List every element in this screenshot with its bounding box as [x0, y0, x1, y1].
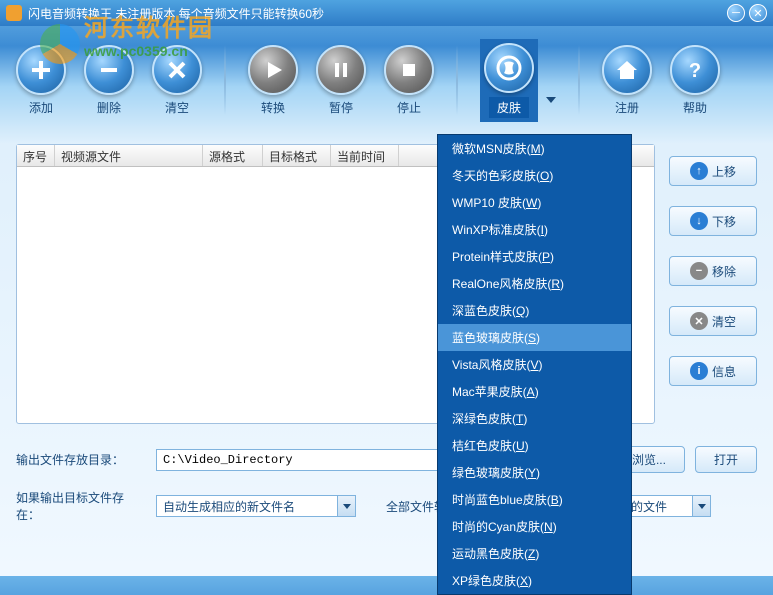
skin-menu-item[interactable]: Protein样式皮肤(P) [438, 243, 631, 270]
chevron-down-icon [692, 496, 710, 516]
side-panel: ↑上移 ↓下移 −移除 ✕清空 i信息 [669, 144, 757, 424]
col-srcfmt[interactable]: 源格式 [203, 145, 263, 166]
minus-circle-icon: − [690, 262, 708, 280]
skin-menu-item[interactable]: 冬天的色彩皮肤(O) [438, 162, 631, 189]
skin-menu-item[interactable]: RealOne风格皮肤(R) [438, 270, 631, 297]
skin-menu-item[interactable]: 时尚蓝色blue皮肤(B) [438, 486, 631, 513]
question-icon: ? [682, 57, 708, 83]
svg-text:?: ? [689, 60, 701, 82]
x-circle-icon: ✕ [690, 312, 708, 330]
bottom-panel: 输出文件存放目录： 浏览... 打开 如果输出目标文件存在： 自动生成相应的新文… [0, 434, 773, 551]
convert-button[interactable]: 转换 [248, 45, 298, 116]
app-icon [6, 5, 22, 21]
output-dir-input[interactable] [156, 449, 456, 471]
output-dir-label: 输出文件存放目录： [16, 451, 146, 468]
move-down-button[interactable]: ↓下移 [669, 206, 757, 236]
stop-icon [396, 57, 422, 83]
info-button[interactable]: i信息 [669, 356, 757, 386]
play-icon [260, 57, 286, 83]
move-up-button[interactable]: ↑上移 [669, 156, 757, 186]
remove-button[interactable]: −移除 [669, 256, 757, 286]
pause-button[interactable]: 暂停 [316, 45, 366, 116]
stop-button[interactable]: 停止 [384, 45, 434, 116]
plus-icon [28, 57, 54, 83]
minus-icon [96, 57, 122, 83]
skin-menu-item[interactable]: 时尚的Cyan皮肤(N) [438, 513, 631, 540]
skin-menu-item[interactable]: 深蓝色皮肤(Q) [438, 297, 631, 324]
skin-dropdown-menu: 微软MSN皮肤(M)冬天的色彩皮肤(O)WMP10 皮肤(W)WinXP标准皮肤… [437, 134, 632, 595]
skin-menu-item[interactable]: WinXP标准皮肤(I) [438, 216, 631, 243]
add-button[interactable]: 添加 [16, 45, 66, 116]
skin-menu-item[interactable]: 蓝色玻璃皮肤(S) [438, 324, 631, 351]
col-time[interactable]: 当前时间 [331, 145, 399, 166]
skin-menu-item[interactable]: 运动黑色皮肤(Z) [438, 540, 631, 567]
skin-menu-item[interactable]: 绿色玻璃皮肤(Y) [438, 459, 631, 486]
skin-icon [494, 53, 524, 83]
clear-list-button[interactable]: ✕清空 [669, 306, 757, 336]
skin-button[interactable]: 皮肤 [480, 39, 538, 122]
skin-dropdown-arrow[interactable] [546, 97, 556, 103]
exists-label: 如果输出目标文件存在： [16, 489, 146, 523]
info-icon: i [690, 362, 708, 380]
delete-button[interactable]: 删除 [84, 45, 134, 116]
col-source[interactable]: 视频源文件 [55, 145, 203, 166]
help-button[interactable]: ? 帮助 [670, 45, 720, 116]
arrow-down-icon: ↓ [690, 212, 708, 230]
skin-menu-item[interactable]: WMP10 皮肤(W) [438, 189, 631, 216]
chevron-down-icon [337, 496, 355, 516]
exists-combo[interactable]: 自动生成相应的新文件名 [156, 495, 356, 517]
skin-menu-item[interactable]: 微软MSN皮肤(M) [438, 135, 631, 162]
skin-menu-item[interactable]: XP绿色皮肤(X) [438, 567, 631, 594]
minimize-button[interactable]: ─ [727, 4, 745, 22]
col-index[interactable]: 序号 [17, 145, 55, 166]
clear-button[interactable]: 清空 [152, 45, 202, 116]
register-button[interactable]: 注册 [602, 45, 652, 116]
skin-menu-item[interactable]: 桔红色皮肤(U) [438, 432, 631, 459]
skin-menu-item[interactable]: Mac苹果皮肤(A) [438, 378, 631, 405]
close-button[interactable]: ✕ [749, 4, 767, 22]
skin-menu-item[interactable]: 深绿色皮肤(T) [438, 405, 631, 432]
window-title: 闪电音频转换王 未注册版本 每个音频文件只能转换60秒 [28, 5, 324, 22]
toolbar: 添加 删除 清空 转换 暂停 停止 皮肤 注册 ? 帮助 [0, 26, 773, 134]
skin-menu-item[interactable]: Vista风格皮肤(V) [438, 351, 631, 378]
col-dstfmt[interactable]: 目标格式 [263, 145, 331, 166]
x-icon [164, 57, 190, 83]
pause-icon [328, 57, 354, 83]
titlebar: 闪电音频转换王 未注册版本 每个音频文件只能转换60秒 ─ ✕ [0, 0, 773, 26]
open-button[interactable]: 打开 [695, 446, 757, 473]
arrow-up-icon: ↑ [690, 162, 708, 180]
home-icon [614, 57, 640, 83]
